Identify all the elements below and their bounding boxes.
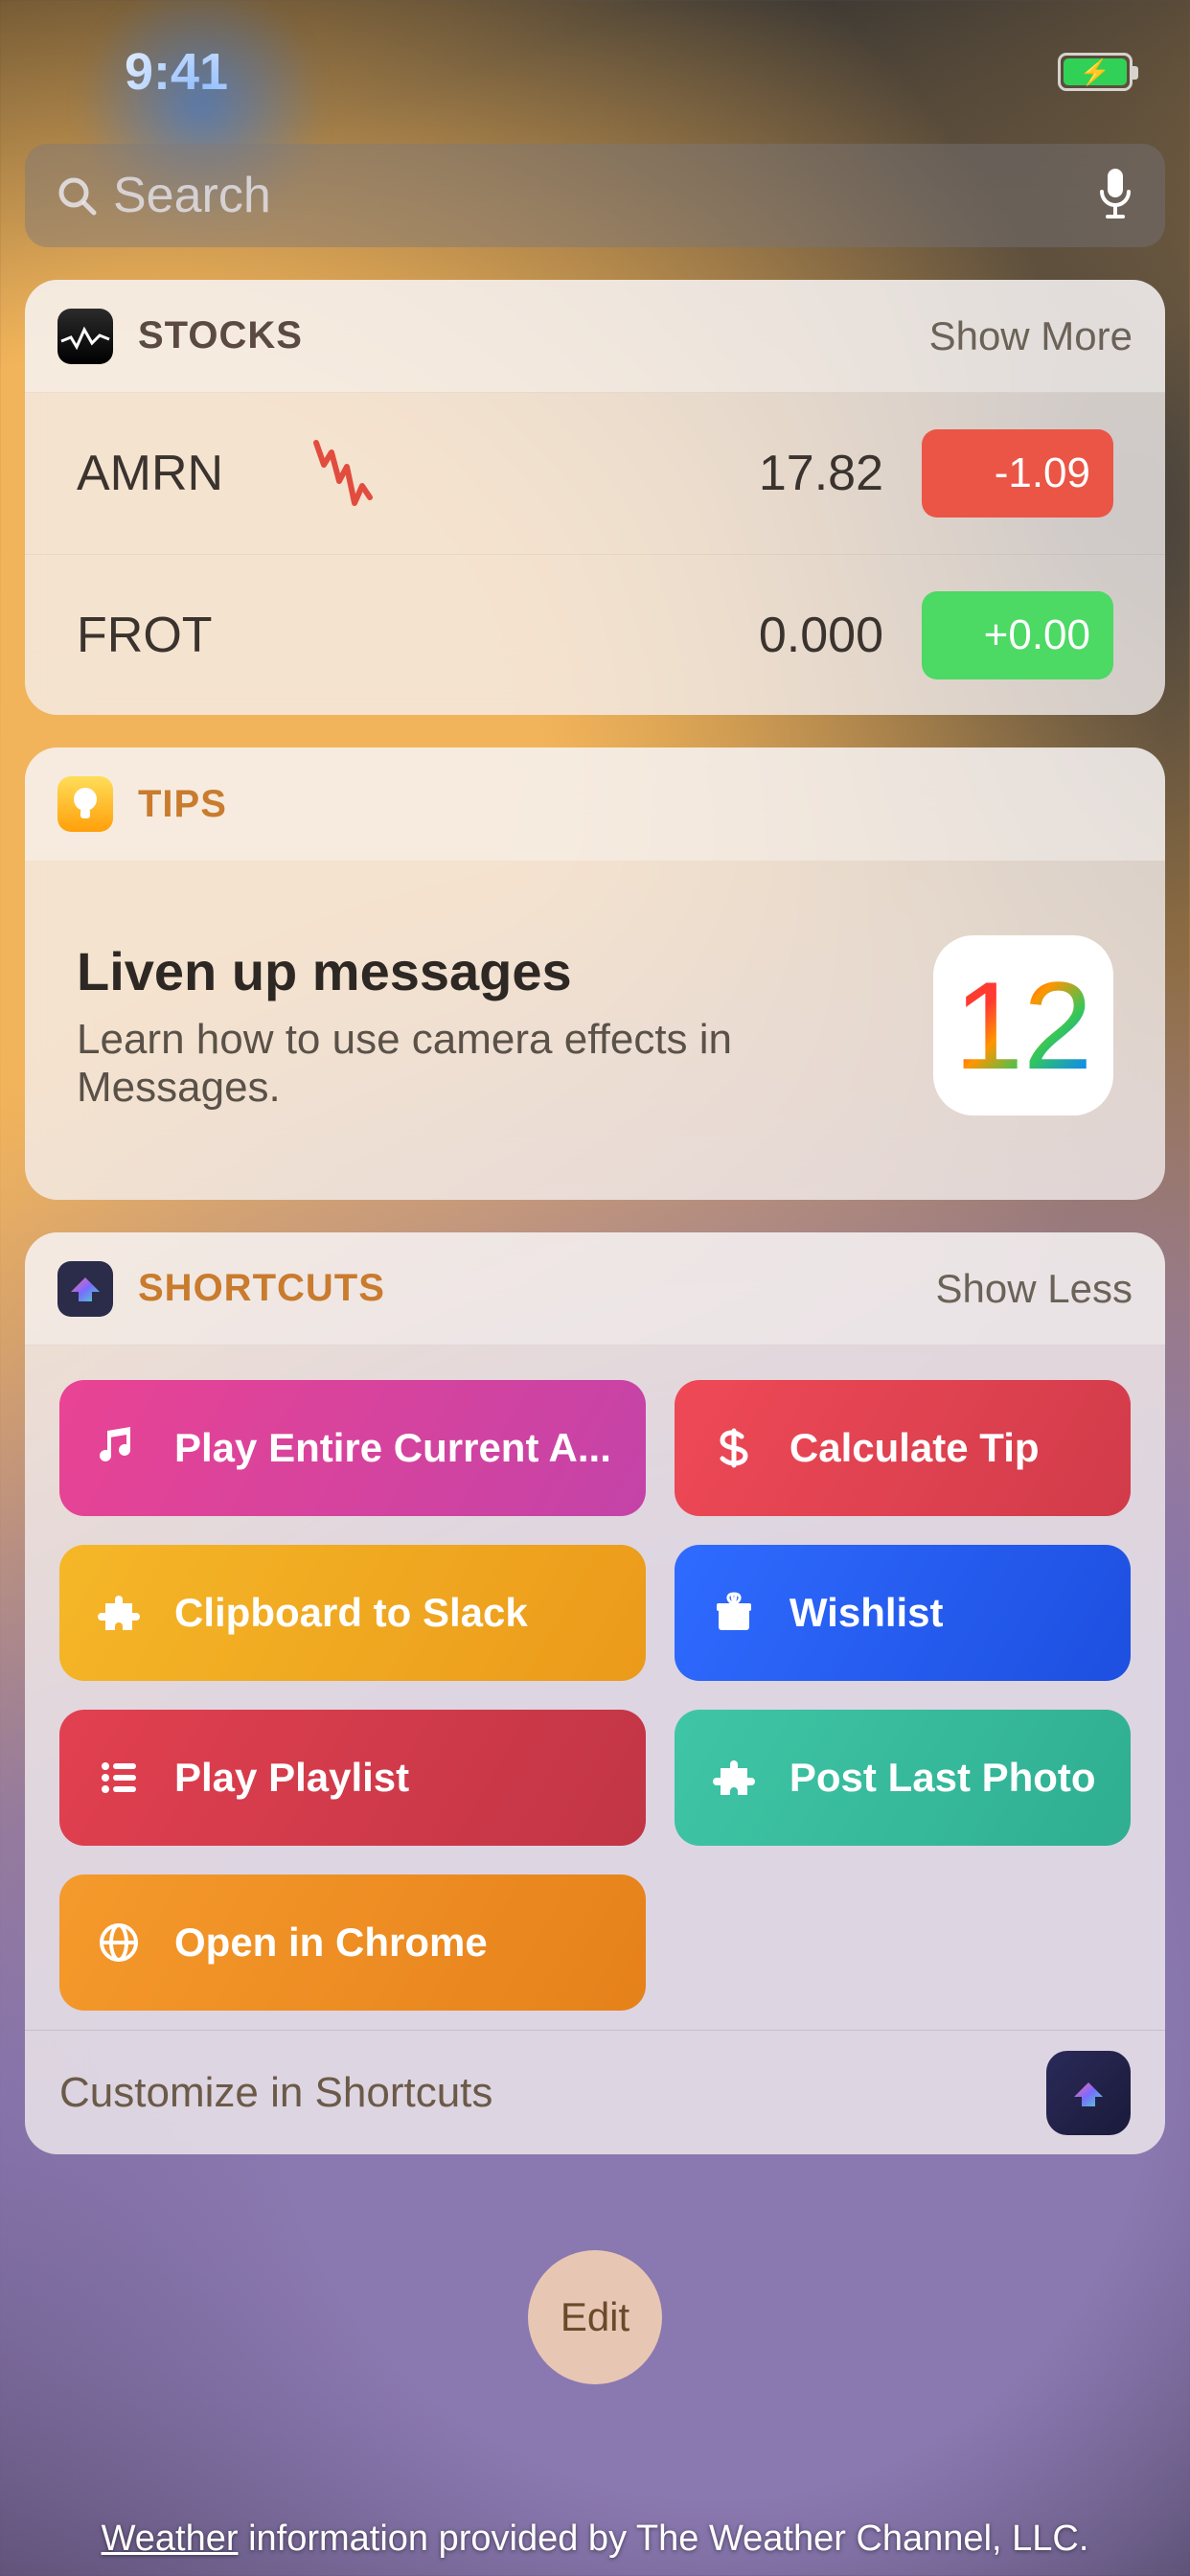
stock-price: 17.82 (498, 445, 883, 502)
shortcuts-footer-text: Customize in Shortcuts (59, 2069, 492, 2117)
search-input[interactable] (113, 167, 1081, 224)
shortcuts-show-less[interactable]: Show Less (936, 1266, 1133, 1312)
shortcuts-title: SHORTCUTS (138, 1267, 385, 1310)
shortcuts-footer-icon (1046, 2051, 1131, 2135)
tips-widget: TIPS Liven up messages Learn how to use … (25, 748, 1165, 1200)
music-icon (94, 1425, 144, 1471)
shortcuts-header: SHORTCUTS Show Less (25, 1232, 1165, 1346)
stocks-header: STOCKS Show More (25, 280, 1165, 393)
gift-icon (709, 1590, 759, 1636)
weather-link[interactable]: Weather (102, 2518, 239, 2559)
stock-symbol: FROT (77, 607, 307, 664)
shortcut-post-last-photo[interactable]: Post Last Photo (675, 1710, 1131, 1846)
shortcut-label: Wishlist (790, 1590, 944, 1636)
dollar-icon (709, 1425, 759, 1471)
status-time: 9:41 (125, 42, 228, 102)
stock-change: +0.00 (922, 591, 1113, 679)
status-bar: 9:41 ⚡ (0, 0, 1190, 144)
charging-bolt-icon: ⚡ (1080, 59, 1110, 84)
tips-headline: Liven up messages (77, 940, 904, 1002)
edit-button[interactable]: Edit (528, 2250, 662, 2384)
stocks-widget: STOCKS Show More AMRN 17.82 -1.09 FROT 0… (25, 280, 1165, 715)
battery-fill: ⚡ (1064, 58, 1127, 85)
shortcut-open-in-chrome[interactable]: Open in Chrome (59, 1874, 646, 2011)
shortcut-label: Play Playlist (174, 1755, 409, 1801)
microphone-icon[interactable] (1096, 167, 1134, 225)
shortcut-play-playlist[interactable]: Play Playlist (59, 1710, 646, 1846)
stocks-title: STOCKS (138, 314, 303, 357)
shortcuts-grid: Play Entire Current A... Calculate Tip Cli… (25, 1346, 1165, 2030)
shortcut-label: Calculate Tip (790, 1425, 1040, 1471)
shortcut-calculate-tip[interactable]: Calculate Tip (675, 1380, 1131, 1516)
tips-image: 12 (933, 935, 1113, 1116)
shortcut-label: Play Entire Current A... (174, 1425, 611, 1471)
tips-title: TIPS (138, 783, 227, 826)
stock-change: -1.09 (922, 429, 1113, 518)
tips-app-icon (57, 776, 113, 832)
search-icon (56, 174, 98, 217)
ios12-badge: 12 (954, 954, 1093, 1097)
status-right: ⚡ (1058, 53, 1133, 91)
stocks-show-more[interactable]: Show More (929, 313, 1133, 359)
stock-row[interactable]: FROT 0.000 +0.00 (25, 554, 1165, 715)
stocks-body: AMRN 17.82 -1.09 FROT 0.000 +0.00 (25, 393, 1165, 715)
stock-price: 0.000 (498, 607, 883, 664)
stock-sparkline (307, 428, 498, 519)
shortcut-label: Post Last Photo (790, 1755, 1096, 1801)
shortcut-clipboard-to-slack[interactable]: Clipboard to Slack (59, 1545, 646, 1681)
puzzle-icon (94, 1590, 144, 1636)
shortcuts-app-icon (57, 1261, 113, 1317)
shortcuts-widget: SHORTCUTS Show Less Play Entire Current … (25, 1232, 1165, 2154)
search-bar[interactable] (25, 144, 1165, 247)
shortcut-label: Open in Chrome (174, 1920, 488, 1966)
weather-attrib-text: information provided by The Weather Chan… (239, 2518, 1089, 2559)
puzzle-icon (709, 1755, 759, 1801)
attribution: Weather information provided by The Weat… (0, 2499, 1190, 2576)
shortcut-wishlist[interactable]: Wishlist (675, 1545, 1131, 1681)
stock-row[interactable]: AMRN 17.82 -1.09 (25, 393, 1165, 554)
battery-icon: ⚡ (1058, 53, 1133, 91)
tips-header: TIPS (25, 748, 1165, 861)
tips-body[interactable]: Liven up messages Learn how to use camer… (25, 861, 1165, 1200)
globe-icon (94, 1920, 144, 1966)
stock-symbol: AMRN (77, 445, 307, 502)
stocks-app-icon (57, 309, 113, 364)
shortcut-label: Clipboard to Slack (174, 1590, 528, 1636)
list-icon (94, 1755, 144, 1801)
weather-attrib: Weather information provided by The Weat… (0, 2499, 1190, 2576)
shortcut-play-current-album[interactable]: Play Entire Current A... (59, 1380, 646, 1516)
tips-subtitle: Learn how to use camera effects in Messa… (77, 1016, 904, 1112)
tips-text: Liven up messages Learn how to use camer… (77, 940, 904, 1112)
shortcuts-footer[interactable]: Customize in Shortcuts (25, 2030, 1165, 2154)
